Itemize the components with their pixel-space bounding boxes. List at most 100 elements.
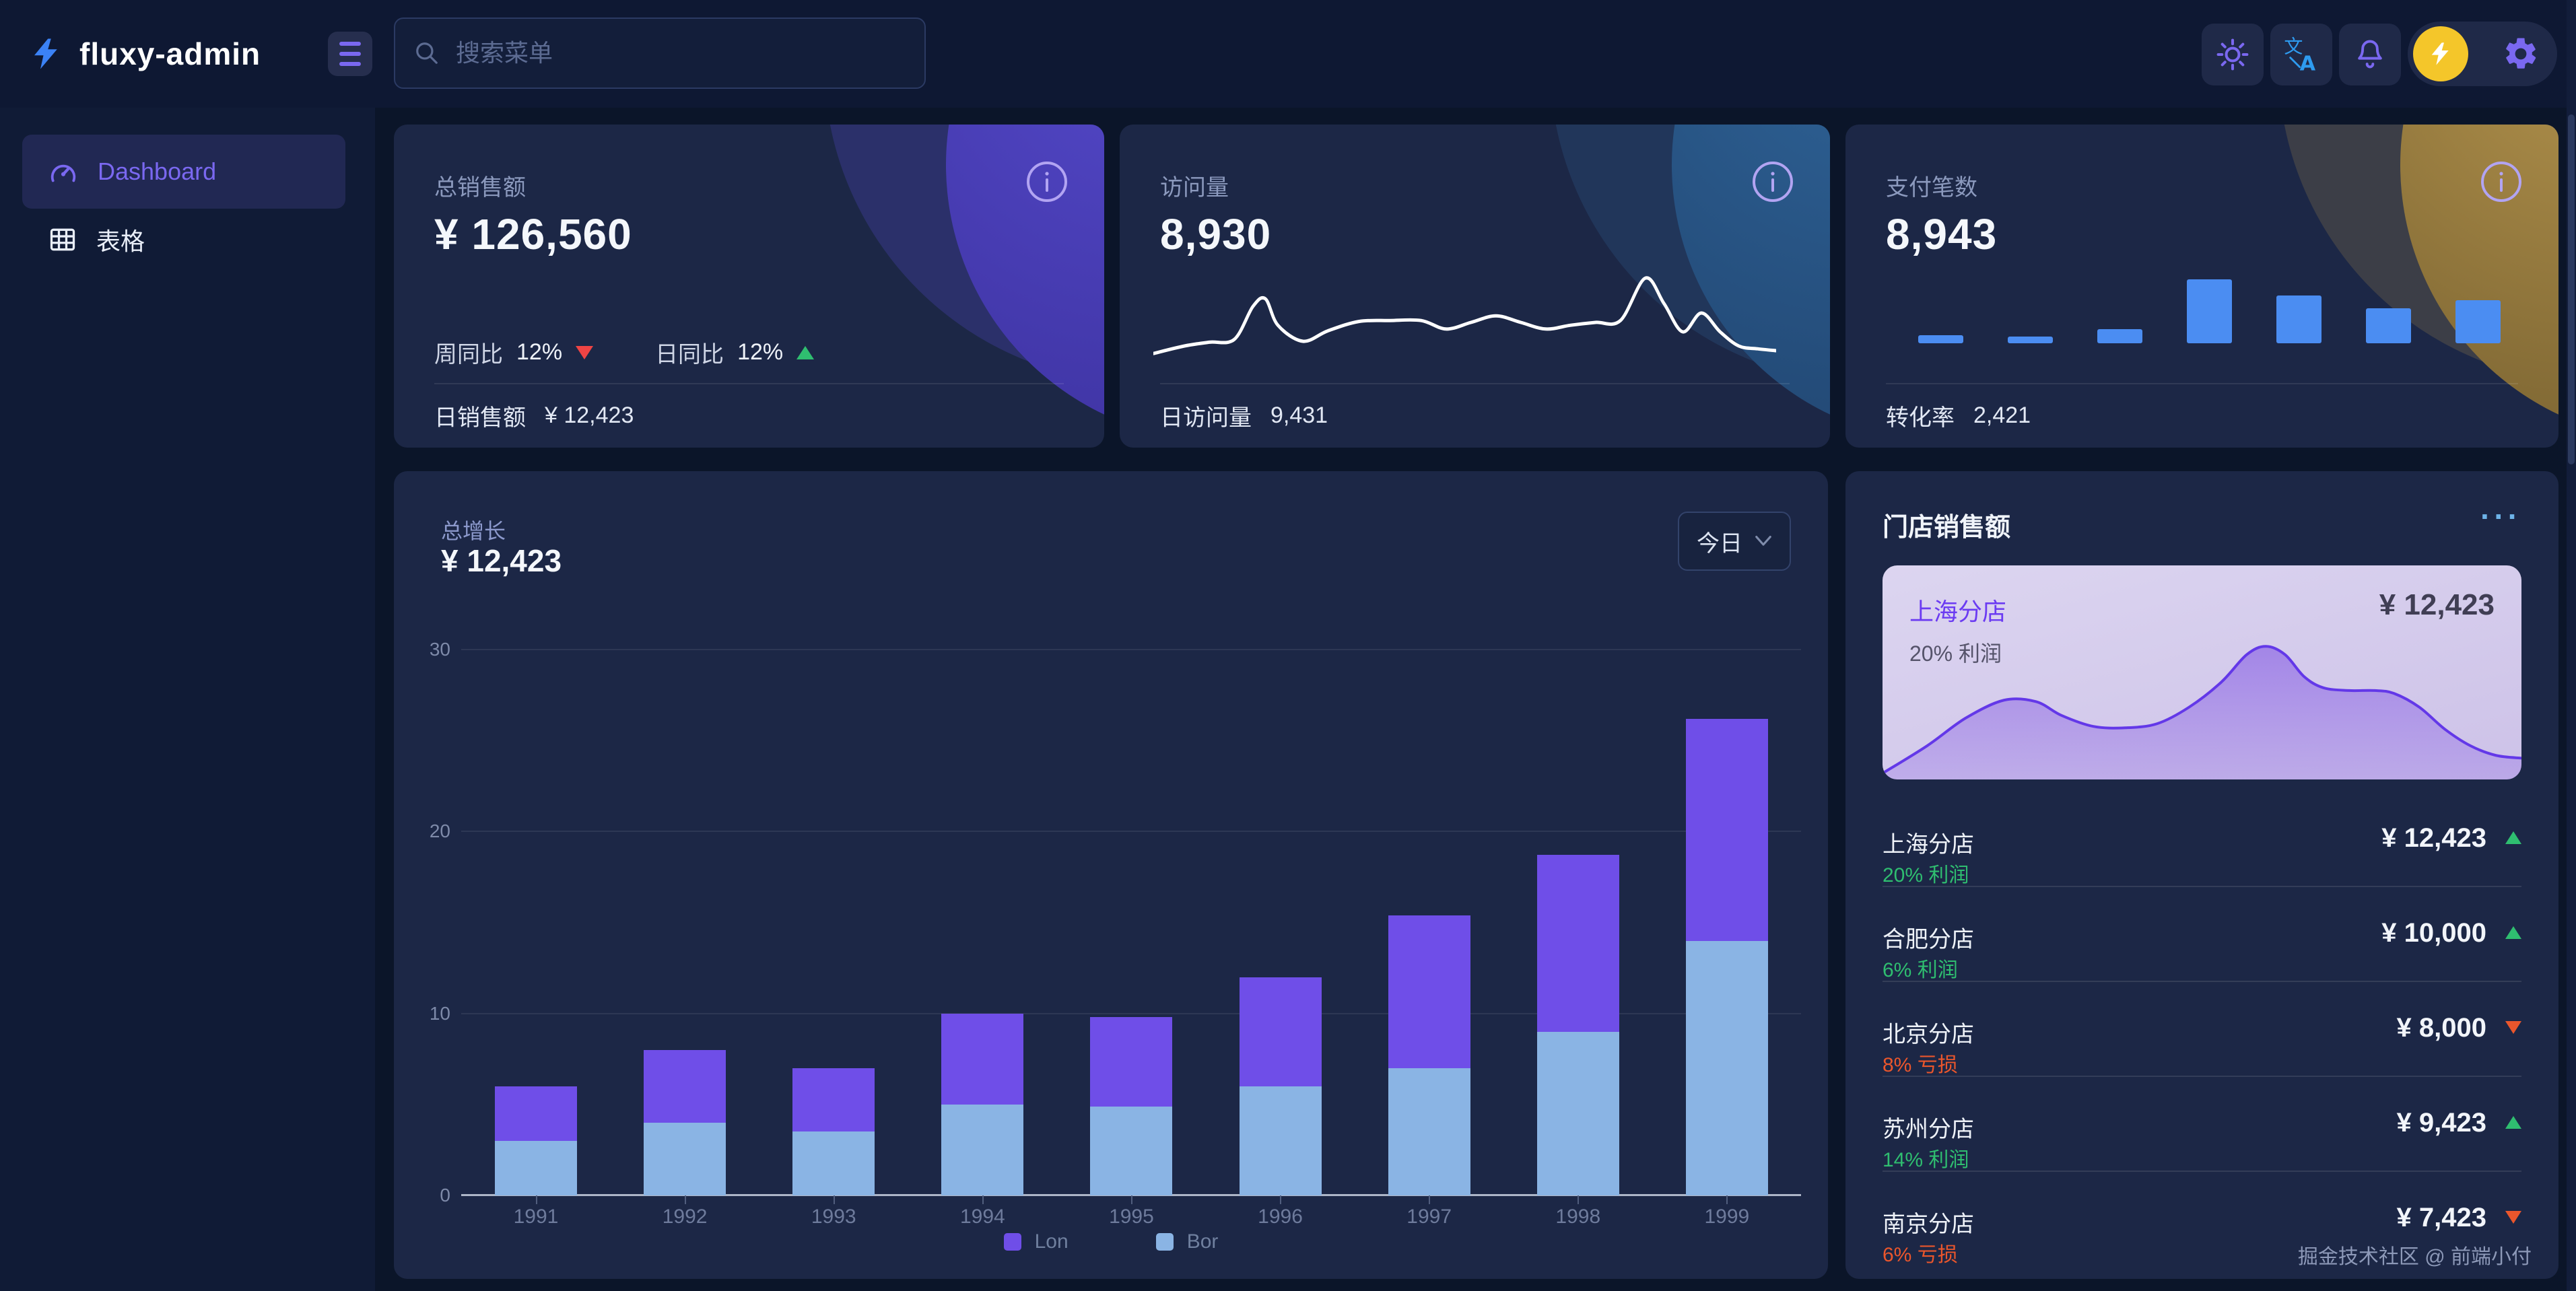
hamburger-icon xyxy=(339,42,361,46)
x-axis-tick xyxy=(1131,1195,1132,1204)
x-axis-tick xyxy=(536,1195,537,1204)
x-axis-label: 1993 xyxy=(759,1206,908,1228)
bar-group[interactable] xyxy=(1355,650,1503,1195)
search-input[interactable] xyxy=(454,38,906,68)
bar-segment-bor xyxy=(1686,941,1768,1195)
bar-segment-lon xyxy=(495,1086,577,1141)
stat-label: 总销售额 xyxy=(434,169,526,202)
triangle-up-icon xyxy=(2505,831,2521,844)
stat-footer: 日访问量 9,431 xyxy=(1160,399,1328,432)
avatar-lightning-icon xyxy=(2427,40,2454,67)
visits-sparkline-chart xyxy=(1153,267,1776,368)
store-name: 上海分店 xyxy=(1883,826,1974,859)
bar-segment-lon xyxy=(644,1050,726,1123)
store-note: 20% 利润 xyxy=(1883,858,1969,888)
table-icon xyxy=(48,225,77,254)
bar-segment-bor xyxy=(1537,1032,1619,1195)
legend-item[interactable]: Lon xyxy=(1004,1230,1069,1253)
store-note: 6% 利润 xyxy=(1883,953,1958,983)
gauge-icon xyxy=(48,156,79,187)
scrollbar-track[interactable] xyxy=(2567,0,2576,1291)
store-name: 苏州分店 xyxy=(1883,1111,1974,1144)
bar-segment-bor xyxy=(644,1123,726,1195)
brand-name: fluxy-admin xyxy=(79,36,261,72)
more-menu-icon[interactable]: ··· xyxy=(2480,498,2521,534)
store-highlight-card[interactable]: 上海分店 ¥ 12,423 20% 利润 xyxy=(1883,565,2521,779)
triangle-down-icon xyxy=(576,346,593,359)
watermark-text: 掘金技术社区 @ 前端小付 xyxy=(2298,1240,2532,1269)
mini-bar xyxy=(2008,337,2053,343)
avatar[interactable] xyxy=(2413,26,2468,81)
x-axis-label: 1998 xyxy=(1503,1206,1653,1228)
bar-group[interactable] xyxy=(1503,650,1652,1195)
menu-toggle-button[interactable] xyxy=(328,32,372,76)
legend-swatch xyxy=(1004,1233,1021,1251)
bar-segment-lon xyxy=(792,1068,875,1132)
sidebar-item-dashboard[interactable]: Dashboard xyxy=(22,135,345,209)
mini-bar xyxy=(2276,295,2321,343)
bar-segment-bor xyxy=(495,1141,577,1195)
bar-segment-lon xyxy=(1686,719,1768,941)
gear-icon[interactable] xyxy=(2502,35,2540,73)
bar-group[interactable] xyxy=(461,650,610,1195)
bar-group[interactable] xyxy=(1652,650,1801,1195)
divider xyxy=(1160,383,1790,384)
divider xyxy=(1883,886,2521,887)
triangle-down-icon xyxy=(2505,1211,2521,1224)
bar-segment-lon xyxy=(1240,977,1322,1086)
scrollbar-thumb[interactable] xyxy=(2568,114,2575,464)
date-range-dropdown[interactable]: 今日 xyxy=(1678,512,1791,571)
stat-label: 访问量 xyxy=(1160,169,1229,202)
menu-search xyxy=(394,18,926,89)
sidebar-item-table[interactable]: 表格 xyxy=(22,209,345,271)
svg-text:A: A xyxy=(2300,52,2316,73)
info-icon[interactable] xyxy=(2479,160,2523,204)
triangle-up-icon xyxy=(796,346,814,359)
lightning-bolt-icon xyxy=(28,36,65,72)
chart-legend: Lon Bor xyxy=(394,1230,1828,1253)
bell-icon xyxy=(2352,37,2387,72)
x-axis-tick xyxy=(834,1195,835,1204)
bar-group[interactable] xyxy=(610,650,759,1195)
x-axis-label: 1992 xyxy=(610,1206,759,1228)
stat-footer: 日销售额 ¥ 12,423 xyxy=(434,399,634,432)
highlight-store-name: 上海分店 xyxy=(1909,592,2006,627)
bar-segment-bor xyxy=(1090,1107,1172,1195)
translate-icon: 文 A xyxy=(2282,36,2320,73)
bar-segment-lon xyxy=(1537,855,1619,1031)
topbar: fluxy-admin 文 xyxy=(0,0,2576,108)
bar-group[interactable] xyxy=(1206,650,1355,1195)
info-icon[interactable] xyxy=(1025,160,1069,204)
x-axis-label: 1994 xyxy=(908,1206,1057,1228)
legend-label: Lon xyxy=(1035,1230,1069,1253)
y-axis-label: 20 xyxy=(409,821,450,842)
legend-label: Bor xyxy=(1187,1230,1219,1253)
stores-title: 门店销售额 xyxy=(1883,506,2010,543)
bar-group[interactable] xyxy=(759,650,908,1195)
language-button[interactable]: 文 A xyxy=(2270,24,2332,85)
mini-bar xyxy=(2187,279,2232,343)
stat-value: ¥ 126,560 xyxy=(434,209,632,259)
search-icon xyxy=(414,40,440,66)
stat-card-total-sales: 总销售额 ¥ 126,560 周同比 12% 日同比 12% 日销售额 ¥ 12… xyxy=(394,125,1104,448)
stat-card-visits: 访问量 8,930 日访问量 9,431 xyxy=(1120,125,1830,448)
store-name: 南京分店 xyxy=(1883,1206,1974,1238)
dashboard-app: fluxy-admin 文 xyxy=(0,0,2576,1291)
highlight-store-value: ¥ 12,423 xyxy=(2379,588,2495,622)
bar-group[interactable] xyxy=(1056,650,1205,1195)
legend-item[interactable]: Bor xyxy=(1156,1230,1219,1253)
divider xyxy=(1886,383,2518,384)
theme-toggle-button[interactable] xyxy=(2202,24,2264,85)
bar-segment-lon xyxy=(1388,915,1470,1068)
x-axis-tick xyxy=(982,1195,984,1204)
notifications-button[interactable] xyxy=(2339,24,2401,85)
x-axis-label: 1995 xyxy=(1056,1206,1206,1228)
store-value: ¥ 9,423 xyxy=(2397,1108,2486,1138)
bar-group[interactable] xyxy=(908,650,1056,1195)
store-note: 8% 亏损 xyxy=(1883,1048,1958,1078)
triangle-up-icon xyxy=(2505,1116,2521,1129)
info-icon[interactable] xyxy=(1751,160,1795,204)
user-settings-pill xyxy=(2408,22,2557,86)
store-value: ¥ 10,000 xyxy=(2381,918,2486,948)
brand-logo[interactable]: fluxy-admin xyxy=(28,0,261,108)
